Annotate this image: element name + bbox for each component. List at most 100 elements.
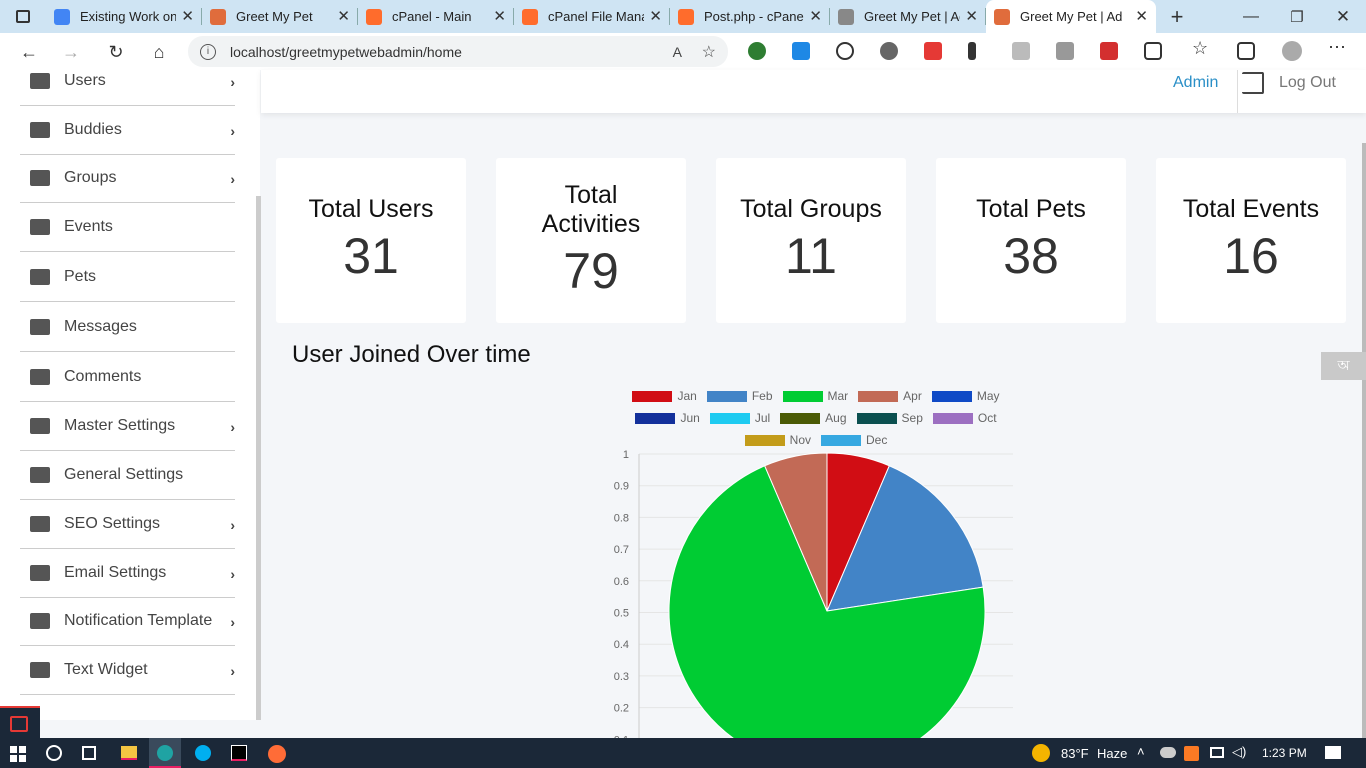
dog-icon (30, 269, 50, 285)
legend-item[interactable]: Apr (858, 389, 922, 403)
legend-label: Dec (866, 433, 888, 447)
legend-item[interactable]: Jun (635, 411, 700, 425)
sidebar-item-general-settings[interactable]: General Settings (20, 451, 235, 500)
layers-icon (30, 170, 50, 186)
extension-video-icon[interactable] (1100, 42, 1118, 60)
logout-link[interactable]: Log Out (1279, 74, 1336, 92)
volume-icon[interactable]: ◁) (1232, 744, 1246, 760)
profile-avatar-icon[interactable] (1282, 41, 1302, 61)
task-view-icon[interactable] (82, 746, 96, 760)
logout-icon[interactable] (1242, 72, 1264, 94)
restore-button[interactable]: ❐ (1274, 8, 1320, 26)
legend-swatch (821, 434, 861, 446)
extensions-puzzle-icon[interactable] (1144, 42, 1162, 60)
sidebar-item-users[interactable]: Users › (20, 57, 235, 106)
sidebar-item-label: Messages (64, 318, 137, 335)
legend-item[interactable]: Jan (632, 389, 697, 403)
phpstorm-icon[interactable] (231, 745, 247, 761)
legend-item[interactable]: Jul (709, 411, 770, 425)
browser-tab[interactable]: Greet My Pet | Ad ✕ (986, 0, 1156, 33)
sidebar-item-notification-template[interactable]: Notification Template › (20, 597, 235, 646)
close-tab-icon[interactable]: ✕ (337, 7, 350, 25)
weather-condition[interactable]: Haze (1097, 746, 1127, 761)
legend-item[interactable]: May (931, 389, 1000, 403)
browser-tab[interactable]: Greet My Pet | Ad ✕ (830, 0, 986, 33)
address-bar[interactable]: i localhost/greetmypetwebadmin/home A ☆ (188, 36, 728, 67)
extension-circle-icon[interactable] (836, 42, 854, 60)
extension-color-icon[interactable] (924, 42, 942, 60)
legend-item[interactable]: Mar (782, 389, 848, 403)
network-icon[interactable] (1210, 747, 1224, 758)
browser-tab[interactable]: cPanel - Main ✕ (358, 0, 514, 33)
legend-item[interactable]: Nov (744, 433, 811, 447)
close-tab-icon[interactable]: ✕ (1135, 7, 1148, 25)
close-tab-icon[interactable]: ✕ (181, 7, 194, 25)
pie-slice-mar[interactable] (668, 465, 986, 738)
clock[interactable]: 1:23 PM (1262, 746, 1307, 760)
sidebar-item-master-settings[interactable]: Master Settings › (20, 402, 235, 451)
legend-item[interactable]: Aug (780, 411, 847, 425)
sidebar-item-pets[interactable]: Pets (20, 253, 235, 302)
pie-slice-jan[interactable] (826, 452, 890, 612)
browser-tab[interactable]: Greet My Pet ✕ (202, 0, 358, 33)
search-icon[interactable] (46, 745, 62, 761)
browser-tab[interactable]: Existing Work on ✕ (46, 0, 202, 33)
weather-temp[interactable]: 83°F (1061, 746, 1089, 761)
admin-link[interactable]: Admin (1173, 74, 1218, 92)
close-tab-icon[interactable]: ✕ (809, 7, 822, 25)
new-tab-button[interactable]: + (1162, 4, 1192, 30)
extension-gear-icon[interactable] (880, 42, 898, 60)
sidebar-item-events[interactable]: Events (20, 203, 235, 252)
url-text[interactable]: localhost/greetmypetwebadmin/home (230, 44, 462, 60)
xampp-icon[interactable] (1184, 746, 1199, 761)
read-aloud-icon[interactable]: A (673, 44, 682, 60)
more-menu-icon[interactable]: ⋯ (1328, 37, 1346, 57)
legend-item[interactable]: Oct (932, 411, 997, 425)
sidebar-item-email-settings[interactable]: Email Settings › (20, 549, 235, 598)
edge-taskbar-icon[interactable] (149, 738, 181, 768)
extension-stack-icon[interactable] (792, 42, 810, 60)
legend-item[interactable]: Sep (856, 411, 923, 425)
skype-icon[interactable] (195, 745, 211, 761)
close-tab-icon[interactable]: ✕ (493, 7, 506, 25)
main-scrollbar[interactable] (1362, 143, 1366, 738)
minimize-button[interactable]: — (1228, 8, 1274, 26)
notifications-icon[interactable] (1325, 746, 1341, 759)
tray-chevron-icon[interactable]: ˄ (1137, 744, 1145, 759)
extension-globe-icon[interactable] (748, 42, 766, 60)
sidebar-item-groups[interactable]: Groups › (20, 154, 235, 203)
sidebar-item-seo-settings[interactable]: SEO Settings › (20, 500, 235, 549)
onedrive-icon[interactable] (1160, 747, 1176, 758)
favorites-icon[interactable]: ☆ (1192, 38, 1210, 58)
sidebar-item-buddies[interactable]: Buddies › (20, 106, 235, 155)
favorite-add-icon[interactable]: ☆ (702, 42, 716, 62)
browser-tab[interactable]: Post.php - cPanel ✕ (670, 0, 830, 33)
file-explorer-icon[interactable] (121, 746, 137, 760)
legend-item[interactable]: Feb (706, 389, 773, 403)
legend-item[interactable]: Dec (821, 433, 887, 447)
pie-slice-feb[interactable] (826, 465, 984, 612)
sidebar-item-messages[interactable]: Messages (20, 303, 235, 352)
extension-puzzle-gray-icon[interactable] (1012, 42, 1030, 60)
tab-actions-icon[interactable] (0, 0, 46, 33)
y-tick-label: 0.8 (614, 512, 629, 524)
side-language-tab[interactable]: অ (1321, 352, 1366, 380)
extension-pin-icon[interactable] (968, 42, 976, 60)
postman-icon[interactable] (268, 745, 286, 763)
stat-card: Total Pets 38 (936, 158, 1126, 323)
legend-swatch (780, 412, 821, 424)
windows-start-icon[interactable] (10, 746, 26, 762)
close-tab-icon[interactable]: ✕ (649, 7, 662, 25)
sidebar-item-comments[interactable]: Comments (20, 353, 235, 402)
collections-icon[interactable] (1237, 42, 1255, 60)
sidebar: Users › Buddies › Groups › Events Pets Messages C… (0, 70, 260, 720)
clipboard-icon (30, 516, 50, 532)
extension-camera-icon[interactable] (1056, 42, 1074, 60)
legend-swatch (744, 434, 785, 446)
close-window-button[interactable]: ✕ (1320, 7, 1366, 27)
weather-icon[interactable] (1032, 744, 1050, 762)
browser-tab[interactable]: cPanel File Manag ✕ (514, 0, 670, 33)
pie-slice-apr[interactable] (764, 452, 828, 612)
sidebar-item-text-widget[interactable]: Text Widget › (20, 646, 235, 695)
close-tab-icon[interactable]: ✕ (965, 7, 978, 25)
